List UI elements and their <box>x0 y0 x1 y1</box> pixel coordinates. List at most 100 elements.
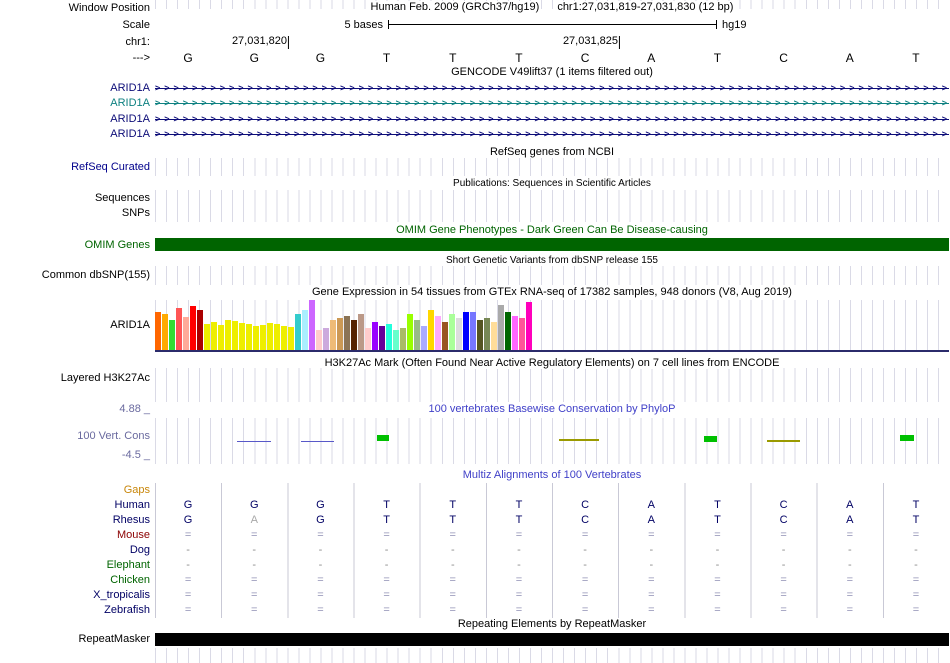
alignment-cell: = <box>420 528 486 543</box>
phylop-max-value: 4.88 _ <box>0 402 150 416</box>
gtex-tissue-bar[interactable] <box>435 316 441 350</box>
gtex-tissue-bar[interactable] <box>372 322 378 350</box>
gtex-tissue-bar[interactable] <box>218 325 224 350</box>
gtex-tissue-bar[interactable] <box>204 324 210 350</box>
multiz-track-title[interactable]: Multiz Alignments of 100 Vertebrates <box>155 469 949 482</box>
alignment-cell: = <box>287 603 353 618</box>
gtex-tissue-bar[interactable] <box>344 316 350 350</box>
base-letter: C <box>552 50 618 66</box>
gtex-tissue-bar[interactable] <box>260 325 266 350</box>
transcript-item[interactable]: >>>>>>>>>>>>>>>>>>>>>>>>>>>>>>>>>>>>>>>>… <box>155 81 949 96</box>
gtex-tissue-bar[interactable] <box>274 324 280 350</box>
coordinate-tick <box>619 36 620 49</box>
gtex-tissue-bar[interactable] <box>323 328 329 350</box>
gtex-tissue-bar[interactable] <box>267 323 273 350</box>
gtex-tissue-bar[interactable] <box>428 310 434 350</box>
alignment-cell: T <box>486 498 552 513</box>
multiz-alignment-row: GAGTTTCATCAT <box>155 513 949 528</box>
gtex-tissue-bar[interactable] <box>288 327 294 350</box>
gtex-tissue-bar[interactable] <box>155 312 161 350</box>
gtex-tissue-bar[interactable] <box>407 314 413 350</box>
gtex-tissue-bar[interactable] <box>358 314 364 350</box>
phylop-track-title[interactable]: 100 vertebrates Basewise Conservation by… <box>155 403 949 416</box>
alignment-cell: = <box>684 573 750 588</box>
gtex-tissue-bar[interactable] <box>400 328 406 350</box>
gtex-tissue-bar[interactable] <box>505 312 511 350</box>
gtex-tissue-bar[interactable] <box>414 320 420 350</box>
gtex-tissue-bar[interactable] <box>162 314 168 350</box>
gtex-tissue-bar[interactable] <box>512 316 518 350</box>
gtex-tissue-bar[interactable] <box>253 326 259 350</box>
gtex-tissue-bar[interactable] <box>302 310 308 350</box>
alignment-cell: = <box>751 603 817 618</box>
gtex-tissue-bar[interactable] <box>491 322 497 350</box>
gtex-tissue-bar[interactable] <box>484 318 490 350</box>
gtex-tissue-bar[interactable] <box>519 318 525 350</box>
alignment-cell: = <box>684 528 750 543</box>
assembly-short-label: hg19 <box>722 19 746 31</box>
gtex-tissue-bar[interactable] <box>421 326 427 350</box>
gtex-tissue-bar[interactable] <box>365 328 371 350</box>
multiz-species-label: X_tropicalis <box>0 588 150 602</box>
gtex-tissue-bar[interactable] <box>470 312 476 350</box>
transcript-item[interactable]: >>>>>>>>>>>>>>>>>>>>>>>>>>>>>>>>>>>>>>>>… <box>155 112 949 127</box>
gtex-tissue-bar[interactable] <box>456 318 462 350</box>
repeatmasker-item[interactable] <box>155 633 949 646</box>
coordinate-tick <box>288 36 289 49</box>
gtex-tissue-bar[interactable] <box>379 326 385 350</box>
repeatmasker-track-title[interactable]: Repeating Elements by RepeatMasker <box>155 618 949 631</box>
alignment-cell: = <box>486 588 552 603</box>
omim-track-title[interactable]: OMIM Gene Phenotypes - Dark Green Can Be… <box>155 224 949 237</box>
sequences-label: Sequences <box>0 191 150 205</box>
assembly-label: Human Feb. 2009 (GRCh37/hg19) <box>369 1 542 13</box>
gtex-track-title[interactable]: Gene Expression in 54 tissues from GTEx … <box>155 286 949 299</box>
gtex-tissue-bar[interactable] <box>386 324 392 350</box>
transcript-label: ARID1A <box>0 112 150 126</box>
gtex-tissue-bar[interactable] <box>281 326 287 350</box>
gtex-expression-barchart[interactable] <box>155 300 535 350</box>
multiz-alignment-row <box>155 483 949 498</box>
gtex-tissue-bar[interactable] <box>246 324 252 350</box>
alignment-cell: = <box>883 528 949 543</box>
gtex-tissue-bar[interactable] <box>463 312 469 350</box>
h3k27ac-track-title[interactable]: H3K27Ac Mark (Often Found Near Active Re… <box>155 357 949 370</box>
gtex-tissue-bar[interactable] <box>169 320 175 350</box>
gtex-tissue-bar[interactable] <box>176 308 182 350</box>
gtex-tissue-bar[interactable] <box>197 310 203 350</box>
gtex-tissue-bar[interactable] <box>295 314 301 350</box>
gtex-tissue-bar[interactable] <box>449 314 455 350</box>
gtex-tissue-bar[interactable] <box>351 320 357 350</box>
alignment-cell <box>420 483 486 498</box>
phylop-track-area[interactable] <box>155 418 949 464</box>
dbsnp-track-title[interactable]: Short Genetic Variants from dbSNP releas… <box>155 254 949 267</box>
refseq-track-title[interactable]: RefSeq genes from NCBI <box>155 146 949 159</box>
omim-gene-item[interactable] <box>155 238 949 251</box>
gtex-tissue-bar[interactable] <box>393 330 399 350</box>
transcript-label: ARID1A <box>0 81 150 95</box>
gtex-tissue-bar[interactable] <box>211 322 217 350</box>
gtex-tissue-bar[interactable] <box>442 322 448 350</box>
base-letter: T <box>420 50 486 66</box>
alignment-cell <box>155 483 221 498</box>
gencode-track-title[interactable]: GENCODE V49lift37 (1 items filtered out) <box>155 66 949 79</box>
gtex-tissue-bar[interactable] <box>232 321 238 350</box>
alignment-cell <box>684 483 750 498</box>
gtex-tissue-bar[interactable] <box>309 300 315 350</box>
gtex-tissue-bar[interactable] <box>316 330 322 350</box>
gtex-tissue-bar[interactable] <box>183 317 189 350</box>
publications-track-title[interactable]: Publications: Sequences in Scientific Ar… <box>155 177 949 190</box>
alignment-cell: - <box>751 543 817 558</box>
alignment-cell: - <box>221 558 287 573</box>
gtex-tissue-bar[interactable] <box>337 318 343 350</box>
gtex-tissue-bar[interactable] <box>498 305 504 350</box>
gtex-tissue-bar[interactable] <box>526 302 532 350</box>
gtex-tissue-bar[interactable] <box>330 320 336 350</box>
gtex-tissue-bar[interactable] <box>190 306 196 350</box>
gtex-tissue-bar[interactable] <box>239 323 245 350</box>
transcript-item[interactable]: >>>>>>>>>>>>>>>>>>>>>>>>>>>>>>>>>>>>>>>>… <box>155 96 949 111</box>
alignment-cell: - <box>883 543 949 558</box>
alignment-cell: T <box>354 513 420 528</box>
transcript-item[interactable]: >>>>>>>>>>>>>>>>>>>>>>>>>>>>>>>>>>>>>>>>… <box>155 127 949 142</box>
gtex-tissue-bar[interactable] <box>225 320 231 350</box>
gtex-tissue-bar[interactable] <box>477 320 483 350</box>
